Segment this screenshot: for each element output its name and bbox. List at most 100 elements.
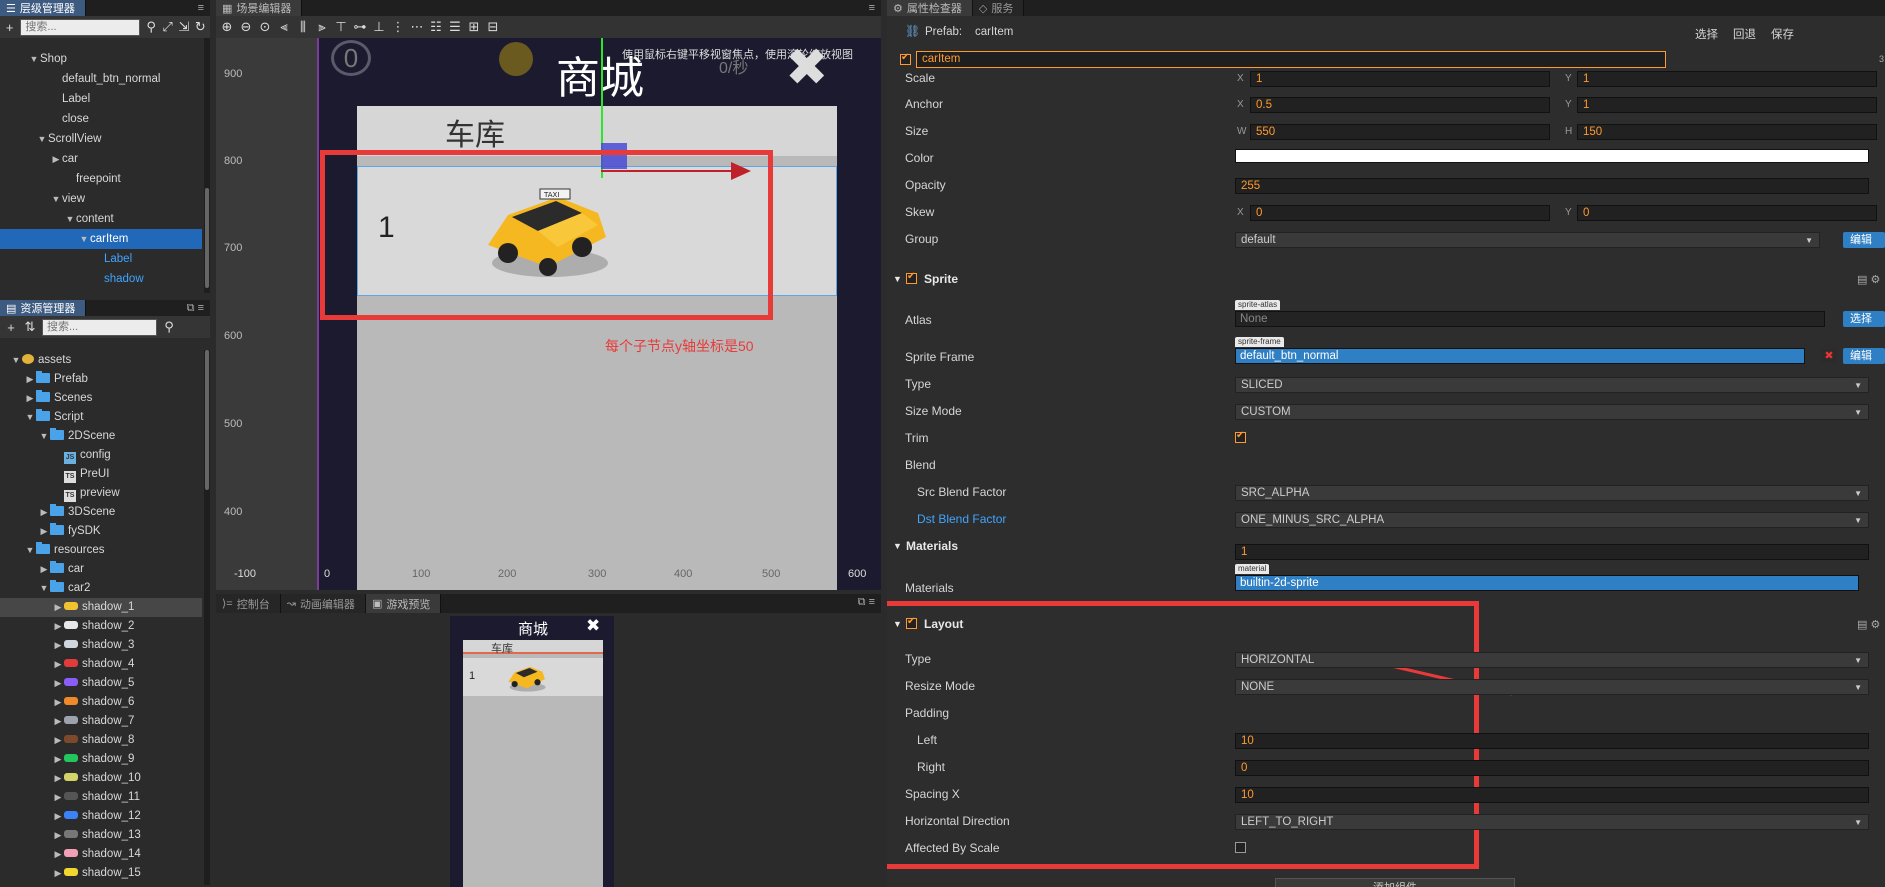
asset-item[interactable]: ▶ car [0, 560, 202, 579]
assets-scrollbar[interactable] [204, 350, 210, 885]
number-field[interactable]: 150 [1577, 124, 1877, 140]
component-menu-icon[interactable]: ▤ ⚙ [1857, 273, 1880, 286]
tab-animation-editor[interactable]: ↝ 动画编辑器 [280, 594, 366, 613]
expand-arrow-icon[interactable]: ▶ [52, 617, 64, 636]
add-asset-icon[interactable]: + [4, 320, 18, 335]
asset-item[interactable]: ▼ assets [0, 351, 202, 370]
asset-item[interactable]: ▶ 3DScene [0, 503, 202, 522]
zoom-in-icon[interactable]: ⊕ [220, 19, 234, 35]
number-field[interactable]: 1 [1577, 97, 1877, 113]
expand-arrow-icon[interactable]: ▼ [50, 189, 62, 209]
clear-icon[interactable]: ✖ [1821, 349, 1837, 363]
hierarchy-node[interactable]: freepoint [0, 169, 202, 189]
expand-arrow-icon[interactable]: ▼ [24, 408, 36, 427]
expand-arrow-icon[interactable]: ▼ [28, 49, 40, 69]
expand-arrow-icon[interactable]: ▶ [38, 560, 50, 579]
asset-item[interactable]: ▶ shadow_7 [0, 712, 202, 731]
expand-arrow-icon[interactable]: ▶ [24, 389, 36, 408]
dst-blend-select[interactable]: ONE_MINUS_SRC_ALPHA [1235, 512, 1869, 528]
layout-type-select[interactable]: HORIZONTAL [1235, 652, 1869, 668]
align-bottom-icon[interactable]: ⊥ [372, 19, 386, 35]
distribute4-icon[interactable]: ⊟ [486, 19, 500, 35]
tab-game-preview[interactable]: ▣ 游戏预览 [365, 594, 442, 613]
asset-item[interactable]: ▼ resources [0, 541, 202, 560]
expand-icon[interactable]: ⤢ [162, 19, 173, 35]
tab-inspector[interactable]: ⚙ 属性检查器 [887, 0, 973, 16]
collapse-arrow-icon[interactable]: ▼ [893, 619, 902, 629]
panel-menu-icon[interactable]: ≡ [198, 2, 204, 14]
hierarchy-node[interactable]: default_btn_normal [0, 69, 202, 89]
hierarchy-scrollbar[interactable] [204, 38, 210, 293]
material-field[interactable]: builtin-2d-sprite [1235, 575, 1859, 591]
expand-arrow-icon[interactable]: ▼ [10, 351, 22, 370]
expand-arrow-icon[interactable]: ▶ [24, 370, 36, 389]
expand-arrow-icon[interactable]: ▼ [64, 209, 76, 229]
node-name-input[interactable]: carItem [916, 51, 1666, 68]
game-preview-frame[interactable]: 商城 ✖ 车库 1 [450, 616, 614, 887]
hierarchy-node[interactable]: Label [0, 89, 202, 109]
expand-arrow-icon[interactable]: ▶ [50, 149, 62, 169]
hierarchy-node[interactable]: ▼ Shop [0, 49, 202, 69]
expand-arrow-icon[interactable]: ▶ [52, 826, 64, 845]
asset-item[interactable]: ▶ shadow_6 [0, 693, 202, 712]
sprite-frame-edit-button[interactable]: 编辑 [1843, 348, 1885, 364]
distribute2-icon[interactable]: ☰ [448, 19, 462, 35]
sprite-frame-field[interactable]: default_btn_normal [1235, 348, 1805, 364]
number-field[interactable]: 1 [1577, 71, 1877, 87]
asset-item[interactable]: ▶ shadow_1 [0, 598, 202, 617]
asset-item[interactable]: ▶ Scenes [0, 389, 202, 408]
spacing-x-field[interactable]: 10 [1235, 787, 1869, 803]
opacity-field[interactable]: 255 [1235, 178, 1869, 194]
asset-item[interactable]: ▶ shadow_11 [0, 788, 202, 807]
align-right-icon[interactable]: ⫸ [315, 19, 329, 35]
tab-assets[interactable]: ▤ 资源管理器 [0, 300, 87, 316]
assets-search-input[interactable] [42, 318, 157, 336]
asset-item[interactable]: ▶ shadow_4 [0, 655, 202, 674]
expand-arrow-icon[interactable]: ▶ [52, 731, 64, 750]
tab-hierarchy[interactable]: ☰ 层级管理器 [0, 0, 86, 16]
zoom-out-icon[interactable]: ⊖ [239, 19, 253, 35]
expand-arrow-icon[interactable]: ▼ [36, 129, 48, 149]
resize-mode-select[interactable]: NONE [1235, 679, 1869, 695]
group-select[interactable]: default [1235, 232, 1820, 248]
tab-console[interactable]: ⟩= 控制台 [216, 594, 281, 613]
number-field[interactable]: 550 [1250, 124, 1550, 140]
expand-arrow-icon[interactable]: ▶ [52, 864, 64, 883]
hierarchy-node[interactable]: ▼ view [0, 189, 202, 209]
materials-count-field[interactable]: 1 [1235, 544, 1869, 560]
asset-item[interactable]: ▶ shadow_2 [0, 617, 202, 636]
asset-item[interactable]: ▼ 2DScene [0, 427, 202, 446]
tab-service[interactable]: ◇ 服务 [972, 0, 1025, 16]
expand-arrow-icon[interactable]: ▶ [52, 807, 64, 826]
expand-arrow-icon[interactable]: ▶ [52, 674, 64, 693]
hierarchy-node[interactable]: close [0, 109, 202, 129]
number-field[interactable]: 0 [1577, 205, 1877, 221]
asset-item[interactable]: ▶ shadow_13 [0, 826, 202, 845]
atlas-select-button[interactable]: 选择 [1843, 311, 1885, 327]
asset-item[interactable]: ▶ Prefab [0, 370, 202, 389]
asset-item[interactable]: ▶ shadow_5 [0, 674, 202, 693]
expand-arrow-icon[interactable]: ▶ [52, 750, 64, 769]
affected-by-scale-checkbox[interactable] [1235, 842, 1246, 853]
number-field[interactable]: 1 [1250, 71, 1550, 87]
size-mode-select[interactable]: CUSTOM [1235, 404, 1869, 420]
hierarchy-node[interactable]: ▼ content [0, 209, 202, 229]
asset-item[interactable]: ▼ Script [0, 408, 202, 427]
expand-arrow-icon[interactable]: ▶ [52, 693, 64, 712]
distribute-icon[interactable]: ☷ [429, 19, 443, 35]
expand-arrow-icon[interactable]: ▼ [24, 541, 36, 560]
preview-close-icon[interactable]: ✖ [586, 616, 600, 636]
asset-item[interactable]: ▶ fySDK [0, 522, 202, 541]
padding-right-field[interactable]: 0 [1235, 760, 1869, 776]
collapse-arrow-icon[interactable]: ▼ [893, 541, 902, 551]
distribute-h-icon[interactable]: ⋮ [391, 19, 405, 35]
component-enabled-checkbox[interactable] [906, 616, 917, 629]
trim-checkbox[interactable] [1235, 430, 1246, 443]
expand-arrow-icon[interactable]: ▶ [52, 712, 64, 731]
asset-item[interactable]: JS config [0, 446, 202, 465]
atlas-field[interactable]: None [1235, 311, 1825, 327]
asset-item[interactable]: ▶ shadow_15 [0, 864, 202, 883]
node-active-checkbox[interactable] [900, 52, 911, 65]
asset-item[interactable]: ▶ shadow_12 [0, 807, 202, 826]
garage-tab[interactable]: 车库 [357, 106, 837, 156]
